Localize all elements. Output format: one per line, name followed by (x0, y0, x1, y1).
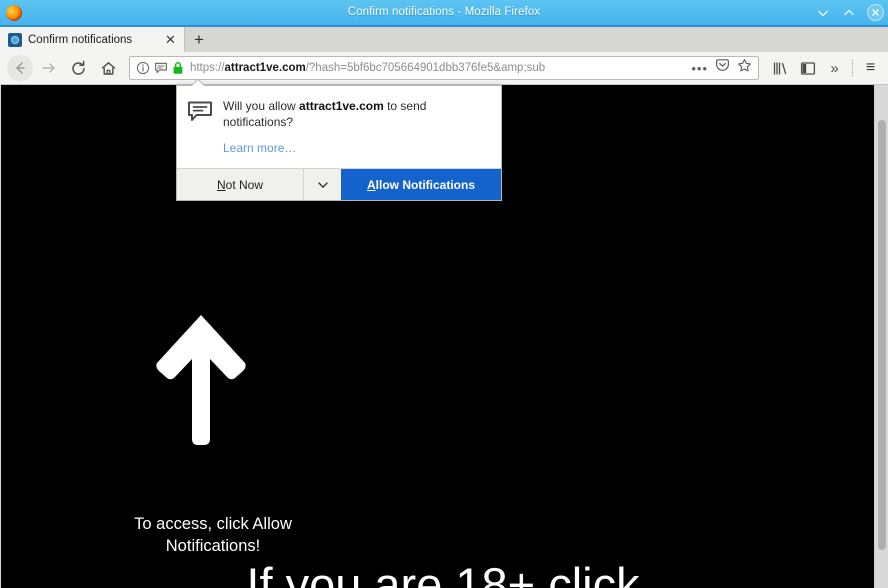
lock-icon (172, 61, 184, 75)
minimize-icon[interactable] (815, 5, 831, 21)
tab-title: Confirm notifications (28, 33, 133, 46)
allow-label-rest: llow Notifications (375, 177, 475, 192)
browser-tab[interactable]: Confirm notifications ✕ (0, 27, 185, 52)
window-title: Confirm notifications - Mozilla Firefox (347, 6, 541, 18)
not-now-label-rest: ot Now (225, 177, 264, 192)
allow-accesskey: A (366, 177, 376, 192)
tab-close-icon[interactable]: ✕ (163, 32, 178, 47)
up-arrow-icon (153, 311, 249, 451)
reload-button[interactable] (63, 53, 93, 83)
doorhanger-message-domain: attract1ve.com (299, 99, 384, 113)
instruction-line-2: Notifications! (165, 537, 261, 555)
page-favicon-icon (8, 32, 22, 47)
url-bar[interactable]: https://attract1ve.com/?hash=5bf6bc70566… (129, 56, 759, 80)
window-titlebar: Confirm notifications - Mozilla Firefox (0, 0, 888, 25)
speech-bubble-icon (187, 98, 213, 157)
notification-permission-icon[interactable] (154, 61, 168, 75)
doorhanger-message-prefix: Will you allow (223, 99, 300, 113)
page-actions-button[interactable]: ••• (691, 61, 708, 76)
url-text: https://attract1ve.com/?hash=5bf6bc70566… (190, 57, 691, 79)
doorhanger-message: Will you allow attract1ve.com to send no… (223, 98, 487, 130)
instruction-line-1: To access, click Allow (134, 515, 292, 533)
window-controls (815, 0, 884, 25)
toolbar-divider (852, 59, 853, 77)
not-now-button[interactable]: Not Now (177, 169, 303, 200)
library-icon[interactable] (767, 54, 794, 82)
not-now-accesskey: N (216, 177, 226, 192)
browser-window: Confirm notifications - Mozilla Firefox … (0, 0, 888, 588)
forward-button[interactable] (33, 53, 63, 83)
sidebar-icon[interactable] (794, 54, 821, 82)
tab-strip: Confirm notifications ✕ + (0, 25, 888, 52)
close-icon[interactable] (867, 4, 884, 21)
page-info-icon[interactable] (136, 61, 150, 75)
page-headline: If you are 18+ click (246, 558, 640, 588)
home-button[interactable] (93, 53, 123, 83)
notification-permission-doorhanger: Will you allow attract1ve.com to send no… (176, 85, 502, 201)
firefox-logo-icon (3, 2, 25, 24)
doorhanger-body: Will you allow attract1ve.com to send no… (177, 86, 501, 168)
toolbar-right-actions: » ≡ (767, 54, 888, 82)
new-tab-button[interactable]: + (185, 27, 213, 52)
back-button[interactable] (7, 55, 33, 81)
navigation-toolbar: https://attract1ve.com/?hash=5bf6bc70566… (0, 52, 888, 85)
pocket-icon[interactable] (715, 58, 730, 78)
learn-more-link[interactable]: Learn more… (223, 141, 296, 155)
url-path: /?hash=5bf6bc705664901dbb376fe5&amp;sub (305, 62, 546, 74)
app-menu-button[interactable]: ≡ (857, 54, 884, 82)
scrollbar-thumb[interactable] (878, 120, 886, 550)
allow-notifications-button[interactable]: Allow Notifications (341, 169, 501, 200)
chevron-down-icon[interactable] (303, 169, 341, 200)
doorhanger-text: Will you allow attract1ve.com to send no… (223, 98, 487, 157)
maximize-icon[interactable] (841, 5, 857, 21)
page-scrollbar[interactable] (874, 85, 888, 588)
overflow-menu-button[interactable]: » (821, 54, 848, 82)
doorhanger-pointer (191, 78, 205, 86)
star-icon[interactable] (737, 58, 752, 78)
url-domain: attract1ve.com (224, 62, 306, 74)
instruction-text: To access, click Allow Notifications! (113, 513, 313, 557)
doorhanger-footer: Not Now Allow Notifications (177, 168, 501, 200)
url-scheme: https:// (190, 62, 225, 74)
